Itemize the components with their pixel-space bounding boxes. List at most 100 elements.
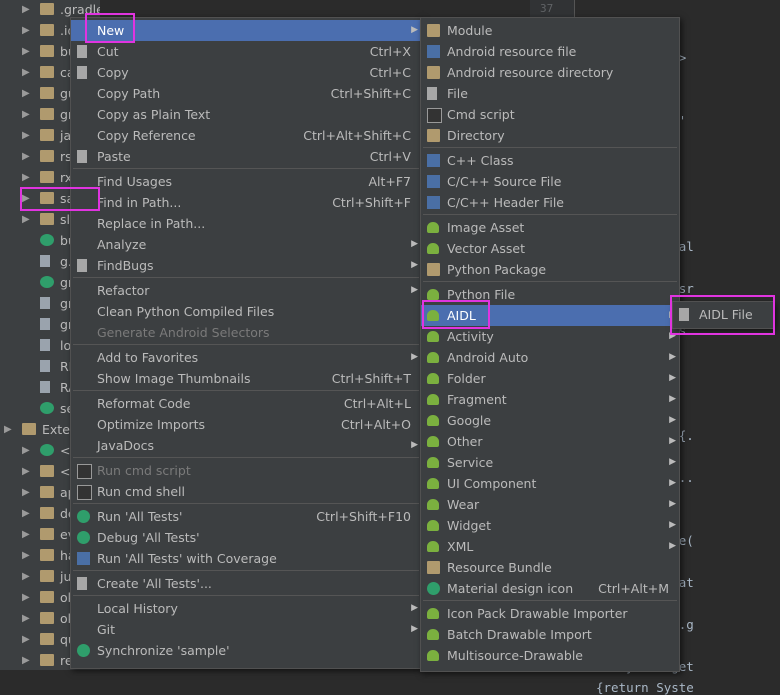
menu-item-label: XML <box>447 539 474 554</box>
expand-arrow-icon[interactable]: ▶ <box>22 440 32 461</box>
menu-optimize-imports[interactable]: Optimize Imports Ctrl+Alt+O <box>71 414 421 435</box>
expand-arrow-icon[interactable]: ▶ <box>22 482 32 503</box>
menu-find-in-path[interactable]: Find in Path... Ctrl+Shift+F <box>71 192 421 213</box>
new-cpp-header[interactable]: C/C++ Header File <box>421 192 679 213</box>
resource-file-icon <box>427 45 440 58</box>
shortcut-label: Ctrl+Alt+O <box>341 417 411 432</box>
expand-arrow-icon[interactable]: ▶ <box>22 503 32 524</box>
new-ui-component[interactable]: UI Component ▶ <box>421 473 679 494</box>
expand-arrow-icon[interactable]: ▶ <box>22 629 32 650</box>
expand-arrow-icon[interactable]: ▶ <box>22 461 32 482</box>
expand-arrow-icon[interactable]: ▶ <box>22 545 32 566</box>
new-python-package[interactable]: Python Package <box>421 259 679 280</box>
new-android-auto[interactable]: Android Auto ▶ <box>421 347 679 368</box>
cpp-source-icon <box>427 175 440 188</box>
expand-arrow-icon[interactable]: ▶ <box>22 20 32 41</box>
expand-arrow-icon[interactable]: ▶ <box>22 83 32 104</box>
menu-create-all-tests[interactable]: Create 'All Tests'... <box>71 573 421 594</box>
expand-arrow-icon[interactable]: ▶ <box>22 650 32 670</box>
submenu-arrow-icon: ▶ <box>669 394 676 404</box>
expand-arrow-icon[interactable]: ▶ <box>22 524 32 545</box>
new-android-resource-file[interactable]: Android resource file <box>421 41 679 62</box>
expand-arrow-icon[interactable]: ▶ <box>22 608 32 629</box>
menu-copy-plain-text[interactable]: Copy as Plain Text <box>71 104 421 125</box>
expand-arrow-icon[interactable]: ▶ <box>22 62 32 83</box>
folder-icon <box>40 591 54 603</box>
new-multisource-drawable[interactable]: Multisource-Drawable <box>421 645 679 666</box>
menu-javadocs[interactable]: JavaDocs ▶ <box>71 435 421 456</box>
menu-replace-in-path[interactable]: Replace in Path... <box>71 213 421 234</box>
submenu-arrow-icon: ▶ <box>411 260 418 270</box>
menu-separator <box>73 168 419 169</box>
menu-run-cmd-shell[interactable]: Run cmd shell <box>71 481 421 502</box>
new-service[interactable]: Service ▶ <box>421 452 679 473</box>
new-activity[interactable]: Activity ▶ <box>421 326 679 347</box>
menu-add-favorites[interactable]: Add to Favorites ▶ <box>71 347 421 368</box>
new-resource-bundle[interactable]: Resource Bundle <box>421 557 679 578</box>
cmd-icon <box>427 108 442 123</box>
new-xml[interactable]: XML ▶ <box>421 536 679 557</box>
menu-analyze[interactable]: Analyze ▶ <box>71 234 421 255</box>
file-icon <box>40 360 50 372</box>
new-image-asset[interactable]: Image Asset <box>421 217 679 238</box>
submenu-arrow-icon: ▶ <box>669 478 676 488</box>
menu-copy-reference[interactable]: Copy Reference Ctrl+Alt+Shift+C <box>71 125 421 146</box>
folder-icon <box>40 465 54 477</box>
new-module[interactable]: Module <box>421 20 679 41</box>
new-cpp-source[interactable]: C/C++ Source File <box>421 171 679 192</box>
new-vector-asset[interactable]: Vector Asset <box>421 238 679 259</box>
gradle-icon <box>40 276 54 288</box>
menu-item-label: Replace in Path... <box>97 216 206 231</box>
expand-arrow-icon[interactable]: ▶ <box>22 167 32 188</box>
new-cmd-script[interactable]: Cmd script <box>421 104 679 125</box>
expand-arrow-icon[interactable]: ▶ <box>22 41 32 62</box>
new-cpp-class[interactable]: C++ Class <box>421 150 679 171</box>
new-directory[interactable]: Directory <box>421 125 679 146</box>
expand-arrow-icon[interactable]: ▶ <box>4 419 14 440</box>
new-android-resource-directory[interactable]: Android resource directory <box>421 62 679 83</box>
menu-paste[interactable]: Paste Ctrl+V <box>71 146 421 167</box>
new-material-design-icon[interactable]: Material design icon Ctrl+Alt+M <box>421 578 679 599</box>
expand-arrow-icon[interactable]: ▶ <box>22 209 32 230</box>
menu-findbugs[interactable]: FindBugs ▶ <box>71 255 421 276</box>
expand-arrow-icon[interactable]: ▶ <box>22 587 32 608</box>
new-wear[interactable]: Wear ▶ <box>421 494 679 515</box>
menu-find-usages[interactable]: Find Usages Alt+F7 <box>71 171 421 192</box>
menu-debug-all-tests[interactable]: Debug 'All Tests' <box>71 527 421 548</box>
menu-cut[interactable]: Cut Ctrl+X <box>71 41 421 62</box>
expand-arrow-icon[interactable]: ▶ <box>22 104 32 125</box>
menu-separator <box>73 277 419 278</box>
menu-show-thumbnails[interactable]: Show Image Thumbnails Ctrl+Shift+T <box>71 368 421 389</box>
new-google[interactable]: Google ▶ <box>421 410 679 431</box>
menu-clean-python[interactable]: Clean Python Compiled Files <box>71 301 421 322</box>
menu-separator <box>73 390 419 391</box>
menu-reformat-code[interactable]: Reformat Code Ctrl+Alt+L <box>71 393 421 414</box>
new-fragment[interactable]: Fragment ▶ <box>421 389 679 410</box>
menu-local-history[interactable]: Local History ▶ <box>71 598 421 619</box>
menu-run-all-tests[interactable]: Run 'All Tests' Ctrl+Shift+F10 <box>71 506 421 527</box>
new-batch-drawable-import[interactable]: Batch Drawable Import <box>421 624 679 645</box>
menu-item-label: Directory <box>447 128 505 143</box>
menu-item-label: Copy as Plain Text <box>97 107 211 122</box>
expand-arrow-icon[interactable]: ▶ <box>22 125 32 146</box>
menu-generate-selectors: Generate Android Selectors <box>71 322 421 343</box>
new-icon-pack-importer[interactable]: Icon Pack Drawable Importer <box>421 603 679 624</box>
new-widget[interactable]: Widget ▶ <box>421 515 679 536</box>
new-other[interactable]: Other ▶ <box>421 431 679 452</box>
new-file[interactable]: File <box>421 83 679 104</box>
folder-icon <box>40 633 54 645</box>
menu-copy-path[interactable]: Copy Path Ctrl+Shift+C <box>71 83 421 104</box>
menu-copy[interactable]: Copy Ctrl+C <box>71 62 421 83</box>
menu-item-label: C/C++ Source File <box>447 174 562 189</box>
menu-synchronize[interactable]: Synchronize 'sample' <box>71 640 421 661</box>
shortcut-label: Ctrl+Alt+M <box>598 581 669 596</box>
run-icon <box>77 510 90 523</box>
menu-item-label: Run 'All Tests' <box>97 509 183 524</box>
menu-run-coverage[interactable]: Run 'All Tests' with Coverage <box>71 548 421 569</box>
expand-arrow-icon[interactable]: ▶ <box>22 566 32 587</box>
expand-arrow-icon[interactable]: ▶ <box>22 146 32 167</box>
new-folder[interactable]: Folder ▶ <box>421 368 679 389</box>
expand-arrow-icon[interactable]: ▶ <box>22 0 32 20</box>
menu-git[interactable]: Git ▶ <box>71 619 421 640</box>
menu-refactor[interactable]: Refactor ▶ <box>71 280 421 301</box>
